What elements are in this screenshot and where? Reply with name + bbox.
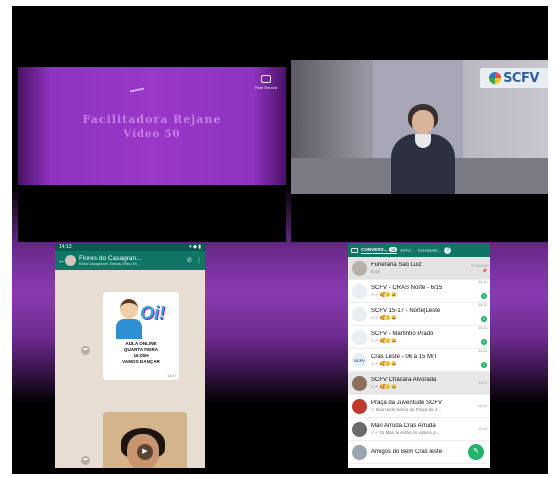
add-call-icon[interactable]: ✆ <box>187 257 192 264</box>
chat-row[interactable]: SCFV - Martinho Prado ✓✓ 🥰🙂😄 14:11 1 <box>348 326 490 349</box>
pin-icon: 📌 <box>482 267 487 273</box>
camera-icon <box>261 75 271 83</box>
chat-time: 14:11 <box>478 349 487 353</box>
unread-badge: 1 <box>481 293 487 299</box>
chat-avatar[interactable] <box>352 421 367 437</box>
video-message[interactable]: ▶ <box>103 412 187 468</box>
scfv-logo: SCFV <box>480 68 548 88</box>
tab-status[interactable]: STAT... <box>400 248 414 253</box>
chat-time: 07/05/2020 <box>471 263 489 268</box>
chat-avatar[interactable] <box>352 306 367 322</box>
unread-badge: 1 <box>481 362 487 368</box>
slide-subtitle: Vídeo 50 <box>123 129 181 140</box>
chat-row[interactable]: Mari Arruda.Cras Arruda ✓✓ Oi Mari ai est… <box>348 418 490 441</box>
chat-preview: ✓✓ 🥰🙂😄 <box>371 291 397 297</box>
chat-preview: 0:14 <box>371 269 380 274</box>
chat-row[interactable]: Funerária São Luiz 0:14 07/05/2020 📌 <box>348 257 490 280</box>
chat-messages: Oi! AULA ONLINE QUARTA FEIRA 16:00H VAMO… <box>55 270 205 468</box>
chat-time: 14:11 <box>478 381 487 385</box>
forward-icon[interactable]: ➦ <box>81 346 90 355</box>
chat-row[interactable]: Praça da Juventude SCFV ✓ Boa tarde turma… <box>348 395 490 418</box>
chat-time: 14:09 <box>478 427 487 431</box>
chat-avatar[interactable]: SCFV <box>352 352 367 368</box>
chat-preview: ✓ Boa tarde turma da Praça de J... <box>371 406 442 412</box>
group-name[interactable]: Flores do Casagran... <box>79 255 187 262</box>
chat-header: ← Flores do Casagran... Elvira Casagrand… <box>55 251 205 270</box>
chat-preview: ✓✓ Oi Mari ai estão os vídeos p... <box>371 429 440 435</box>
chat-name: SCFV - Martinho Prado <box>371 330 434 337</box>
status-time: 14:13 <box>59 244 72 250</box>
back-arrow-icon[interactable]: ← <box>58 256 66 265</box>
status-icons: ▾ ◆ ▮ <box>189 244 201 250</box>
chat-avatar[interactable] <box>352 260 367 276</box>
whatsapp-screen[interactable]: CONVERS... 10 STAT... CHAMAD... ? Funerá… <box>348 243 490 468</box>
tab-count: 10 <box>388 246 398 252</box>
slide-canvas: Facilitadora Rejane Vídeo 50 Pare Record <box>18 67 286 185</box>
tab-conversations[interactable]: CONVERS... 10 <box>361 246 398 254</box>
chat-avatar[interactable] <box>352 444 367 460</box>
chat-avatar[interactable] <box>352 283 367 299</box>
chat-list: Funerária São Luiz 0:14 07/05/2020 📌 SCFV - … <box>348 257 490 464</box>
chat-name: SCFV Chácara Alvorada <box>371 376 437 383</box>
chat-preview: ✓✓ 🥰🙂😄 <box>371 360 397 366</box>
play-icon[interactable]: ▶ <box>137 444 153 460</box>
bitmoji-oi: Oi! <box>140 303 165 323</box>
message-caption: AULA ONLINE QUARTA FEIRA 16:00H VAMOS DA… <box>106 341 176 365</box>
bitmoji-sticker: Oi! <box>108 295 174 339</box>
whatsapp-tabs: CONVERS... 10 STAT... CHAMAD... ? <box>348 243 490 257</box>
chat-row[interactable]: SCFV Cras Leste - 06 a 15 M/T ✓✓ 🥰🙂😄 14:11 1 <box>348 349 490 372</box>
chat-name: SCFV 15-17 - Norte|Leste <box>371 307 441 314</box>
record-label: Pare Record <box>254 85 278 90</box>
help-icon[interactable]: ? <box>444 246 452 254</box>
chat-time: 14:11 <box>478 280 487 284</box>
chat-name: Mari Arruda.Cras Arruda <box>371 422 436 429</box>
message-time: 14:07 <box>167 374 176 378</box>
bitmoji-head <box>120 299 138 319</box>
scfv-logo-text: SCFV <box>503 70 539 86</box>
phone-chat-screen[interactable]: 14:13 ▾ ◆ ▮ ← Flores do Casagran... Elvi… <box>55 243 205 468</box>
chat-preview: ✓✓ 🥰🙂😄 <box>371 314 397 320</box>
chat-time: 14:10 <box>478 404 487 408</box>
chat-row[interactable]: SCFV - CRAS Norte - 6/15 ✓✓ 🥰🙂😄 14:11 1 <box>348 280 490 303</box>
chat-time: 14:11 <box>478 303 487 307</box>
unread-badge: 1 <box>481 316 487 322</box>
tab-calls[interactable]: CHAMAD... <box>418 248 442 253</box>
tab-label: CONVERS... <box>361 246 388 252</box>
camera-icon[interactable] <box>351 247 358 253</box>
chat-time: 14:11 <box>478 326 487 330</box>
chat-avatar[interactable] <box>352 398 367 414</box>
chat-name: Praça da Juventude SCFV <box>371 399 443 406</box>
group-members: Elvira Casagrande, Eneida, Erika, Eri... <box>79 262 140 266</box>
unread-badge: 1 <box>481 339 487 345</box>
chat-name: Funerária São Luiz <box>371 262 422 268</box>
phone-status-bar: 14:13 ▾ ◆ ▮ <box>55 243 205 251</box>
chat-avatar[interactable] <box>352 375 367 391</box>
webcam-tile[interactable]: SCFV <box>291 60 548 242</box>
slide-mark <box>129 87 145 93</box>
group-avatar[interactable] <box>65 255 76 266</box>
presentation-tile[interactable]: Facilitadora Rejane Vídeo 50 Pare Record <box>18 67 286 242</box>
more-menu-icon[interactable]: ⋮ <box>196 257 202 264</box>
chat-row[interactable]: SCFV Chácara Alvorada ✓✓ 🥰🙂😄 14:11 <box>348 372 490 395</box>
chat-name: SCFV - CRAS Norte - 6/15 <box>371 284 443 291</box>
chat-preview: ✓✓ 🥰🙂😄 <box>371 383 397 389</box>
chat-name: Cras Leste - 06 a 15 M/T <box>371 353 438 360</box>
new-chat-button[interactable]: ✎ <box>468 444 484 460</box>
scfv-logo-icon <box>489 72 502 84</box>
caption-line: VAMOS DANÇAR <box>122 359 160 364</box>
forward-icon[interactable]: ➦ <box>81 456 90 465</box>
record-button[interactable]: Pare Record <box>254 75 278 97</box>
image-message[interactable]: Oi! AULA ONLINE QUARTA FEIRA 16:00H VAMO… <box>103 292 179 380</box>
chat-preview: ✓✓ 🥰🙂😄 <box>371 337 397 343</box>
chat-name: Amigos do Bem Cras leste <box>371 448 443 455</box>
person-face <box>412 110 434 134</box>
chat-avatar[interactable] <box>352 329 367 345</box>
bitmoji-body <box>116 319 142 339</box>
slide-title: Facilitadora Rejane <box>82 113 222 126</box>
webcam-video: SCFV <box>291 60 548 194</box>
chat-row[interactable]: SCFV 15-17 - Norte|Leste ✓✓ 🥰🙂😄 14:11 1 <box>348 303 490 326</box>
